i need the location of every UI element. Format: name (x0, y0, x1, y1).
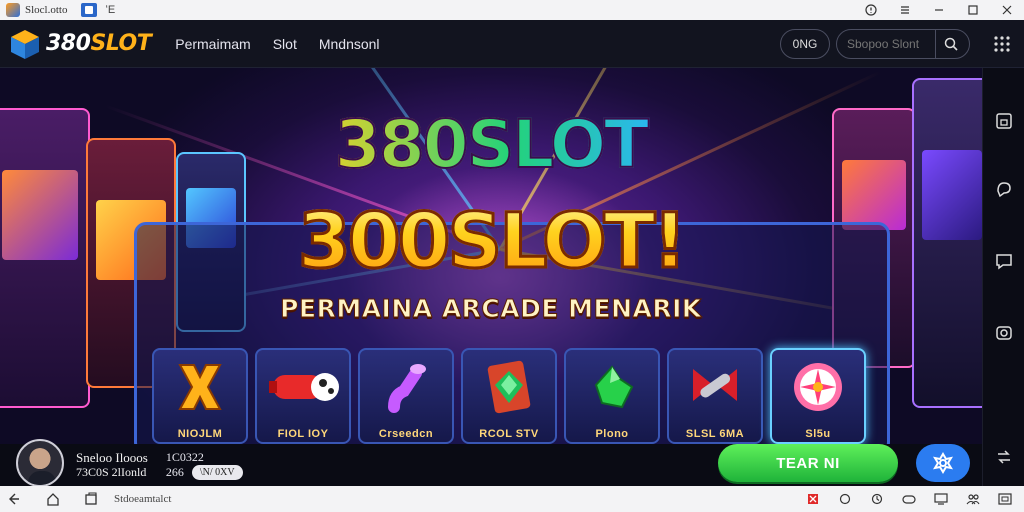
nav-item-slot[interactable]: Slot (273, 36, 297, 52)
game-card[interactable]: FIOL IOY (255, 348, 351, 444)
system-tray (800, 486, 1018, 512)
right-toolbar (982, 68, 1024, 486)
avatar[interactable] (16, 439, 64, 487)
emerald-card-icon (463, 354, 555, 420)
logo-number: 380 (46, 31, 91, 56)
screen-icon[interactable] (928, 486, 954, 512)
game-card[interactable]: Plono (564, 348, 660, 444)
swap-icon[interactable] (983, 442, 1024, 472)
recent-icon[interactable] (78, 486, 104, 512)
x-symbol-icon (154, 354, 246, 420)
search-box[interactable] (836, 28, 970, 59)
tab-label[interactable]: ʻE (105, 4, 115, 16)
back-icon[interactable] (0, 486, 26, 512)
search-input[interactable] (847, 36, 929, 51)
rocket-icon (257, 354, 349, 420)
bow-key-icon (669, 354, 761, 420)
hero-banner[interactable]: 380SLOT 300SLOT! PERMAINA ARCADE MENARIK… (0, 68, 982, 444)
player-info: Sneloo Ilooos 73C0S 2lIonld (76, 450, 148, 480)
window-title: Slocl.otto (25, 4, 68, 16)
language-button[interactable]: 0NG (780, 28, 830, 59)
minimize-icon[interactable] (922, 0, 956, 20)
save-icon[interactable] (983, 106, 1024, 136)
banner-title: 380SLOT (0, 105, 982, 184)
candy-wheel-icon (772, 354, 864, 420)
tab-window-icon[interactable] (81, 3, 98, 17)
banner-headline: 300SLOT! (0, 195, 982, 287)
home-icon[interactable] (40, 486, 66, 512)
player-bar: Sneloo Ilooos 73C0S 2lIonld 1C0322 266 \N… (0, 439, 982, 487)
player-stats: 1C0322 266 \N/ 0XV (166, 450, 243, 480)
window-controls (854, 0, 1024, 20)
logo-word: SLOT (90, 31, 152, 56)
play-button[interactable]: TEAR NI (718, 444, 898, 482)
game-card-label: Plono (595, 428, 629, 440)
taskbar-label: Stdoeamtalct (114, 493, 172, 505)
header-actions: 0NG (780, 28, 1024, 59)
info-icon[interactable] (854, 0, 888, 20)
apps-grid-icon[interactable] (980, 34, 1024, 54)
game-card-label: NIOJLM (177, 428, 223, 440)
refresh-icon[interactable] (832, 486, 858, 512)
game-card-label: RCOL STV (479, 428, 539, 440)
green-gem-icon (566, 354, 658, 420)
game-card-label: Sl5u (805, 428, 831, 440)
app-header: 380SLOT Permaimam Slot Mndnsonl 0NG (0, 20, 1024, 68)
flower-icon[interactable] (916, 444, 970, 482)
game-card-row: NIOJLM FIOL IOY Crseedcn RCOL STV Plono (152, 348, 866, 444)
system-taskbar: Stdoeamtalct (0, 486, 1024, 512)
game-card[interactable]: Sl5u (770, 348, 866, 444)
clock-icon[interactable] (864, 486, 890, 512)
gamepad-icon[interactable] (896, 486, 922, 512)
player-id: 73C0S 2lIonld (76, 465, 147, 479)
camera-icon[interactable] (983, 318, 1024, 348)
people-icon[interactable] (960, 486, 986, 512)
logo-wordmark: 380SLOT (46, 31, 152, 56)
pipe-icon (360, 354, 452, 420)
status-badge: \N/ 0XV (191, 465, 243, 480)
banner-subtitle: PERMAINA ARCADE MENARIK (280, 294, 702, 324)
game-card-label: FIOL IOY (277, 428, 329, 440)
game-card[interactable]: SLSL 6MA (667, 348, 763, 444)
main-nav: Permaimam Slot Mndnsonl (175, 36, 379, 52)
game-card[interactable]: Crseedcn (358, 348, 454, 444)
flag-icon[interactable] (800, 486, 826, 512)
nav-item-permainan[interactable]: Permaimam (175, 36, 250, 52)
player-stat-level: 266 (165, 465, 184, 479)
list-icon[interactable] (888, 0, 922, 20)
game-card-label: Crseedcn (378, 428, 434, 440)
fullscreen-icon[interactable] (992, 486, 1018, 512)
nav-item-more[interactable]: Mndnsonl (319, 36, 380, 52)
chat-icon[interactable] (983, 174, 1024, 204)
player-stat-balance: 1C0322 (165, 450, 204, 464)
window-titlebar: Slocl.otto ʻE (0, 0, 1024, 20)
game-card[interactable]: NIOJLM (152, 348, 248, 444)
game-card[interactable]: RCOL STV (461, 348, 557, 444)
close-icon[interactable] (990, 0, 1024, 20)
player-name: Sneloo Ilooos (76, 450, 148, 465)
site-logo[interactable]: 380SLOT (8, 27, 152, 61)
app-icon (6, 3, 20, 17)
game-card-label: SLSL 6MA (685, 428, 745, 440)
search-icon[interactable] (936, 37, 966, 51)
message-icon[interactable] (983, 246, 1024, 276)
logo-cube-icon (11, 29, 39, 59)
restore-icon[interactable] (956, 0, 990, 20)
